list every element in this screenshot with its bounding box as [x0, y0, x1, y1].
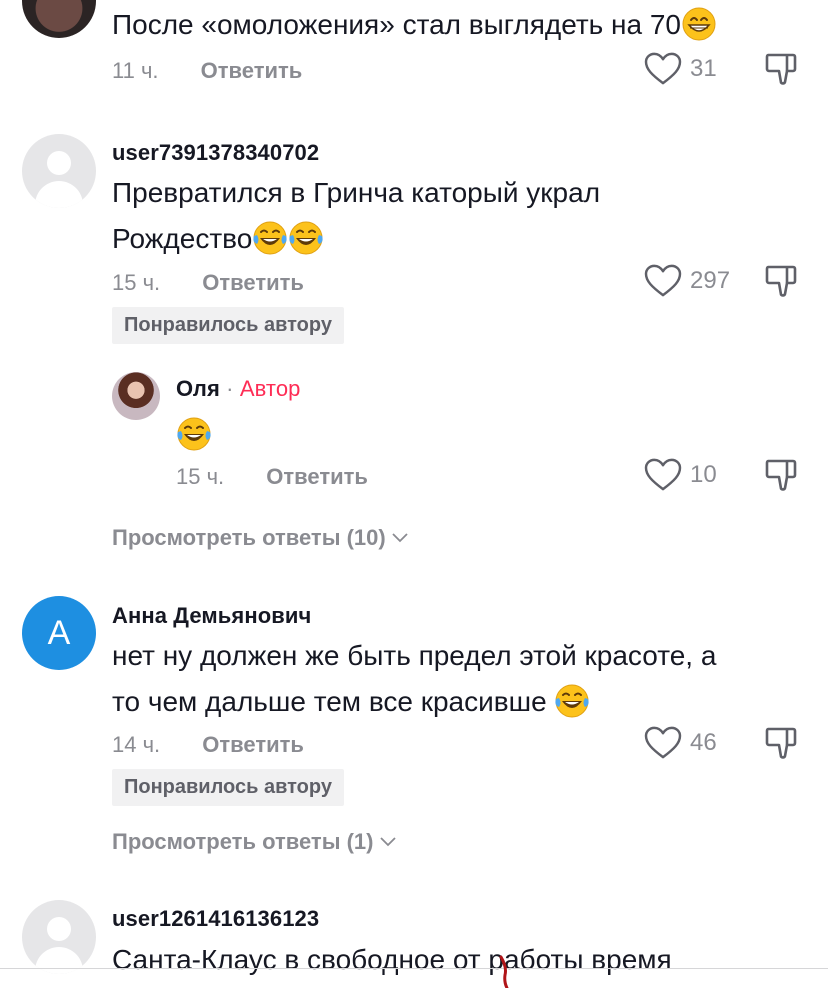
comment-time: 15 ч. — [176, 464, 225, 489]
reply-button[interactable]: Ответить — [202, 732, 304, 757]
comment-time: 11 ч. — [112, 58, 159, 83]
view-replies-button[interactable]: Просмотреть ответы (1) — [112, 829, 396, 855]
heart-icon — [644, 458, 682, 492]
comment-text: Санта-Клаус в свободное от работы время — [112, 944, 672, 975]
avatar[interactable]: А — [22, 596, 96, 670]
dislike-icon[interactable] — [764, 52, 798, 86]
comment-time: 14 ч. — [112, 732, 161, 757]
like-button[interactable]: 297 — [644, 264, 730, 298]
avatar[interactable] — [22, 900, 96, 974]
like-count: 31 — [690, 55, 717, 82]
view-replies-button[interactable]: Просмотреть ответы (10) — [112, 525, 408, 551]
chevron-down-icon — [392, 533, 408, 543]
laughing-emoji — [252, 220, 288, 256]
heart-icon — [644, 52, 682, 86]
grinning-emoji — [681, 6, 717, 42]
author-tag: Автор — [239, 376, 301, 401]
dislike-icon[interactable] — [764, 458, 798, 492]
comment-text: После «омоложения» стал выглядеть на 70 — [112, 2, 717, 48]
chevron-down-icon — [380, 837, 396, 847]
avatar[interactable] — [22, 134, 96, 208]
dislike-icon[interactable] — [764, 726, 798, 760]
heart-icon — [644, 726, 682, 760]
dislike-icon[interactable] — [764, 264, 798, 298]
like-button[interactable]: 10 — [644, 458, 717, 492]
comment-meta: 15 ч. Ответить — [112, 270, 304, 296]
comment-meta: 15 ч. Ответить — [176, 464, 368, 490]
like-count: 46 — [690, 729, 717, 756]
divider — [0, 968, 828, 969]
like-button[interactable]: 46 — [644, 726, 717, 760]
like-button[interactable]: 31 — [644, 52, 717, 86]
comment-text: нет ну должен же быть предел этой красот… — [112, 640, 717, 719]
like-count: 10 — [690, 461, 717, 488]
liked-by-author-badge: Понравилось автору — [112, 307, 344, 344]
comment-meta: 11 ч. Ответить — [112, 58, 302, 84]
laughing-emoji — [176, 416, 212, 452]
reply-button[interactable]: Ответить — [202, 270, 304, 295]
scroll-indicator — [499, 955, 509, 988]
comment-username[interactable]: Оля · Автор — [176, 376, 301, 402]
like-count: 297 — [690, 267, 731, 294]
reply-button[interactable]: Ответить — [201, 58, 303, 83]
avatar[interactable] — [112, 372, 160, 420]
laughing-emoji — [288, 220, 324, 256]
liked-by-author-badge: Понравилось автору — [112, 769, 344, 806]
comment-text — [176, 412, 212, 458]
reply-button[interactable]: Ответить — [266, 464, 368, 489]
comment-time: 15 ч. — [112, 270, 161, 295]
comment-meta: 14 ч. Ответить — [112, 732, 304, 758]
comment-text: Превратился в Гринча каторый украл Рожде… — [112, 177, 601, 256]
comment-username[interactable]: user7391378340702 — [112, 140, 319, 166]
laughing-emoji — [554, 683, 590, 719]
avatar[interactable] — [22, 0, 96, 38]
heart-icon — [644, 264, 682, 298]
comment-username[interactable]: Анна Демьянович — [112, 603, 311, 629]
comment-username[interactable]: user1261416136123 — [112, 906, 319, 932]
